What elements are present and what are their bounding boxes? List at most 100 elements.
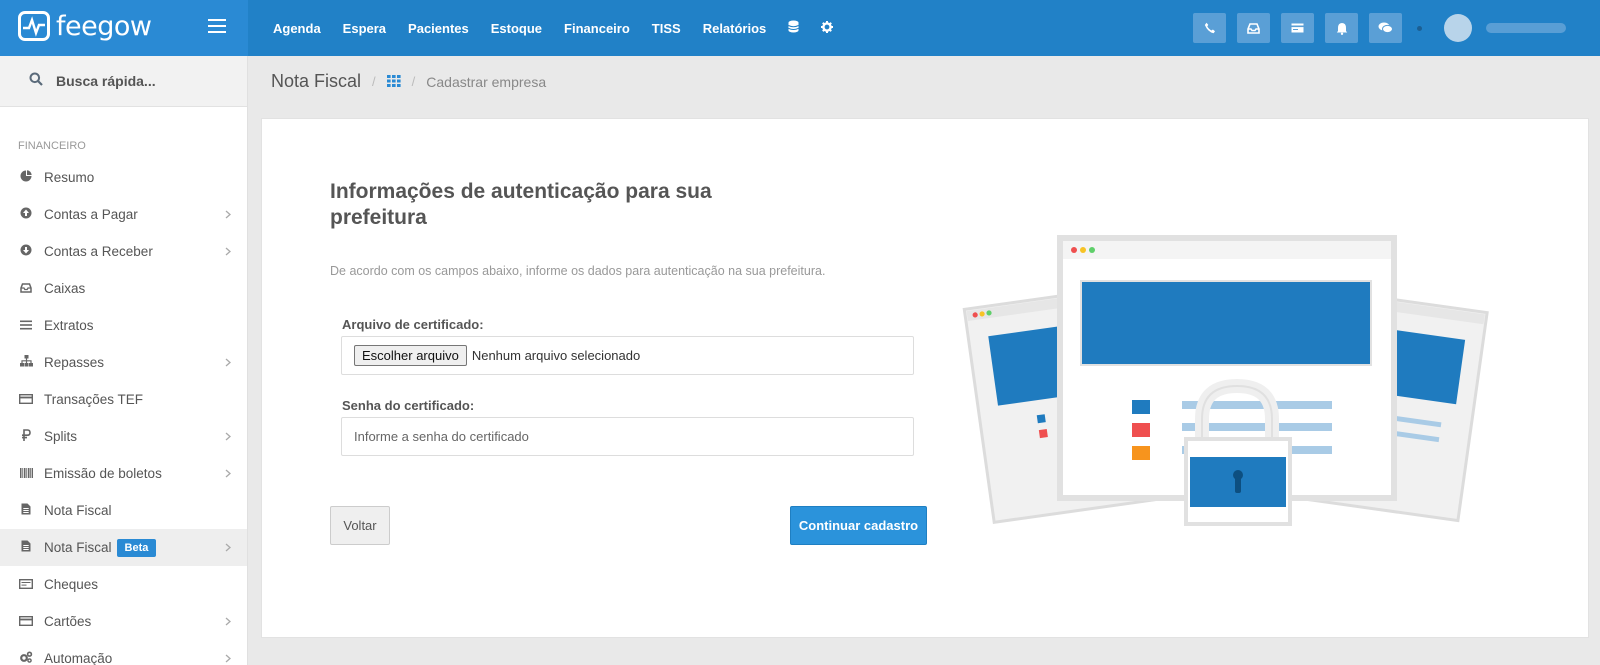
password-input[interactable] <box>354 429 894 444</box>
barcode-icon <box>18 467 34 481</box>
sidebar-item-label: Automação <box>44 651 113 665</box>
page-title: Nota Fiscal <box>271 71 362 91</box>
breadcrumb: Nota Fiscal / / Cadastrar empresa <box>248 56 1600 107</box>
sidebar-item-label: Contas a Receber <box>44 244 153 259</box>
card-icon[interactable] <box>1281 13 1314 43</box>
certificate-file-field: Escolher arquivo Nenhum arquivo selecion… <box>341 336 914 375</box>
nav-estoque[interactable]: Estoque <box>491 21 542 36</box>
beta-badge: Beta <box>116 538 157 557</box>
gear-icon[interactable] <box>821 20 834 36</box>
arrow-up-circle-icon <box>18 207 34 222</box>
main-nav: Agenda Espera Pacientes Estoque Financei… <box>262 0 844 56</box>
sidebar-item-nota-fiscal[interactable]: Nota Fiscal <box>0 492 247 529</box>
sidebar-item-label: Caixas <box>44 281 86 296</box>
search-icon <box>29 72 43 90</box>
credit-card-icon <box>18 615 34 629</box>
sidebar: FINANCEIRO Resumo Contas a Pagar Contas a … <box>0 56 248 665</box>
nav-tiss[interactable]: TISS <box>652 21 681 36</box>
sidebar-item-label: Repasses <box>44 355 105 370</box>
nav-financeiro[interactable]: Financeiro <box>564 21 630 36</box>
chat-icon[interactable] <box>1369 13 1402 43</box>
sidebar-menu: Resumo Contas a Pagar Contas a Receber Caix… <box>0 159 247 665</box>
bell-icon[interactable] <box>1325 13 1358 43</box>
logo-icon[interactable] <box>18 11 50 41</box>
form-description: De acordo com os campos abaixo, informe … <box>330 264 826 278</box>
ruble-icon <box>18 429 34 444</box>
password-label: Senha do certificado: <box>342 398 475 413</box>
sitemap-icon <box>18 355 34 370</box>
menu-toggle-icon[interactable] <box>208 19 226 33</box>
top-navbar: feegow Agenda Espera Pacientes Estoque F… <box>0 0 1600 56</box>
cheque-icon <box>18 578 34 592</box>
file-icon <box>18 503 34 518</box>
grid-icon[interactable] <box>386 74 401 90</box>
top-actions <box>1193 0 1600 56</box>
avatar[interactable] <box>1444 14 1472 42</box>
file-icon <box>18 540 34 555</box>
status-dot <box>1417 25 1422 31</box>
inbox-icon <box>18 282 34 296</box>
certificate-label: Arquivo de certificado: <box>342 317 484 332</box>
chevron-right-icon <box>225 208 231 222</box>
password-field-wrap <box>341 417 914 456</box>
sidebar-section-label: FINANCEIRO <box>18 140 86 152</box>
sidebar-item-label: Nota Fiscal <box>44 503 112 518</box>
sidebar-item-label: Extratos <box>44 318 94 333</box>
user-name-blurred[interactable] <box>1486 23 1566 33</box>
sidebar-item-cartoes[interactable]: Cartões <box>0 603 247 640</box>
sidebar-item-resumo[interactable]: Resumo <box>0 159 247 196</box>
database-icon[interactable] <box>788 20 800 36</box>
sidebar-item-nota-fiscal-beta[interactable]: Nota Fiscal Beta <box>0 529 247 566</box>
chevron-right-icon <box>225 430 231 444</box>
cogs-icon <box>18 651 34 665</box>
chevron-right-icon <box>225 615 231 629</box>
quick-search <box>0 56 247 107</box>
sidebar-item-label: Resumo <box>44 170 95 185</box>
sidebar-item-cheques[interactable]: Cheques <box>0 566 247 603</box>
nav-agenda[interactable]: Agenda <box>273 21 321 36</box>
chevron-right-icon <box>225 541 231 555</box>
breadcrumb-separator: / <box>372 74 376 89</box>
form-heading: Informações de autenticação para sua pre… <box>330 180 712 229</box>
sidebar-item-label: Contas a Pagar <box>44 207 138 222</box>
search-input[interactable] <box>56 73 226 89</box>
security-illustration <box>962 235 1489 526</box>
choose-file-button[interactable]: Escolher arquivo <box>354 345 467 366</box>
sidebar-item-label: Transações TEF <box>44 392 144 407</box>
breadcrumb-separator: / <box>411 74 416 89</box>
chevron-right-icon <box>225 356 231 370</box>
inbox-icon[interactable] <box>1237 13 1270 43</box>
phone-icon[interactable] <box>1193 13 1226 43</box>
main-panel: Informações de autenticação para sua pre… <box>261 118 1589 638</box>
arrow-down-circle-icon <box>18 244 34 259</box>
sidebar-item-label: Nota Fiscal <box>44 540 112 555</box>
breadcrumb-current: Cadastrar empresa <box>426 73 547 90</box>
brand-name[interactable]: feegow <box>56 11 152 42</box>
sidebar-item-label: Cheques <box>44 577 99 592</box>
sidebar-item-splits[interactable]: Splits <box>0 418 247 455</box>
list-icon <box>18 319 34 333</box>
sidebar-item-caixas[interactable]: Caixas <box>0 270 247 307</box>
chevron-right-icon <box>225 467 231 481</box>
file-status: Nenhum arquivo selecionado <box>471 348 641 363</box>
sidebar-item-label: Cartões <box>44 614 92 629</box>
sidebar-item-label: Splits <box>44 429 78 444</box>
nav-pacientes[interactable]: Pacientes <box>408 21 469 36</box>
sidebar-item-label: Emissão de boletos <box>44 466 162 481</box>
brand-area: feegow <box>0 0 248 56</box>
pie-chart-icon <box>18 170 34 185</box>
credit-card-icon <box>18 393 34 407</box>
sidebar-item-emissao-de-boletos[interactable]: Emissão de boletos <box>0 455 247 492</box>
continue-button[interactable]: Continuar cadastro <box>790 506 927 545</box>
sidebar-item-repasses[interactable]: Repasses <box>0 344 247 381</box>
sidebar-item-contas-a-pagar[interactable]: Contas a Pagar <box>0 196 247 233</box>
chevron-right-icon <box>225 245 231 259</box>
sidebar-item-contas-a-receber[interactable]: Contas a Receber <box>0 233 247 270</box>
nav-espera[interactable]: Espera <box>343 21 386 36</box>
back-button[interactable]: Voltar <box>330 506 390 545</box>
nav-relatorios[interactable]: Relatórios <box>703 21 767 36</box>
sidebar-item-transacoes-tef[interactable]: Transações TEF <box>0 381 247 418</box>
sidebar-item-automacao[interactable]: Automação <box>0 640 247 665</box>
sidebar-item-extratos[interactable]: Extratos <box>0 307 247 344</box>
chevron-right-icon <box>225 652 231 665</box>
